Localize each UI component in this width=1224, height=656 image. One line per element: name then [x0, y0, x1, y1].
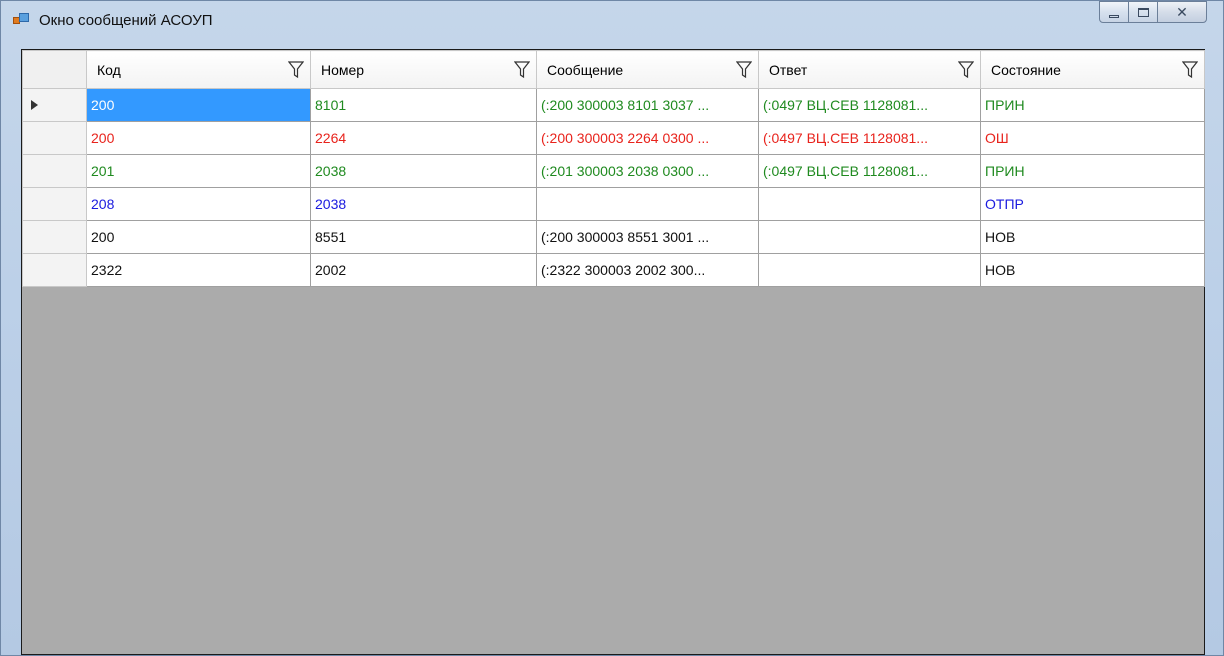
column-header-kod[interactable]: Код	[86, 50, 311, 89]
column-header-sostoyanie[interactable]: Состояние	[980, 50, 1205, 89]
messages-grid[interactable]: Код Номер Сообщение Ответ Состояние 200 8…	[21, 49, 1205, 655]
cell-otvet[interactable]	[758, 253, 981, 287]
filter-icon[interactable]	[736, 61, 752, 79]
table-row[interactable]: 200 8551 (:200 300003 8551 3001 ... НОВ	[22, 220, 1205, 254]
table-row[interactable]: 200 8101 (:200 300003 8101 3037 ... (:0497 …	[22, 88, 1205, 122]
cell-sostoyanie[interactable]: ПРИН	[980, 88, 1205, 122]
column-header-otvet[interactable]: Ответ	[758, 50, 981, 89]
row-header-cell[interactable]	[22, 154, 87, 188]
cell-nomer[interactable]: 8551	[310, 220, 537, 254]
app-icon	[13, 13, 29, 27]
cell-soobshenie[interactable]: (:201 300003 2038 0300 ...	[536, 154, 759, 188]
cell-sostoyanie[interactable]: ОШ	[980, 121, 1205, 155]
window-title: Окно сообщений АСОУП	[39, 12, 213, 29]
cell-kod[interactable]: 208	[86, 187, 311, 221]
header-row: Код Номер Сообщение Ответ Состояние	[22, 50, 1205, 89]
close-icon: ✕	[1176, 3, 1188, 20]
cell-soobshenie[interactable]: (:200 300003 8551 3001 ...	[536, 220, 759, 254]
cell-nomer[interactable]: 2038	[310, 187, 537, 221]
messages-table: Код Номер Сообщение Ответ Состояние 200 8…	[22, 50, 1205, 287]
cell-otvet[interactable]	[758, 220, 981, 254]
cell-nomer[interactable]: 2264	[310, 121, 537, 155]
close-button[interactable]: ✕	[1157, 1, 1207, 23]
cell-kod[interactable]: 201	[86, 154, 311, 188]
column-header-nomer[interactable]: Номер	[310, 50, 537, 89]
minimize-icon	[1109, 14, 1119, 18]
filter-icon[interactable]	[288, 61, 304, 79]
cell-kod[interactable]: 200	[86, 121, 311, 155]
title-bar[interactable]: Окно сообщений АСОУП ✕	[1, 1, 1223, 37]
column-header-soobshenie[interactable]: Сообщение	[536, 50, 759, 89]
cell-sostoyanie[interactable]: НОВ	[980, 220, 1205, 254]
cell-otvet[interactable]	[758, 187, 981, 221]
maximize-icon	[1137, 7, 1149, 17]
row-header-cell[interactable]	[22, 187, 87, 221]
row-header-cell[interactable]	[22, 220, 87, 254]
cell-nomer[interactable]: 2038	[310, 154, 537, 188]
table-row[interactable]: 200 2264 (:200 300003 2264 0300 ... (:0497 …	[22, 121, 1205, 155]
cell-kod[interactable]: 200	[86, 220, 311, 254]
cell-nomer[interactable]: 2002	[310, 253, 537, 287]
cell-sostoyanie[interactable]: ОТПР	[980, 187, 1205, 221]
messages-window: Окно сообщений АСОУП ✕ Код Номер Сообщен…	[0, 0, 1224, 656]
row-header-cell[interactable]	[22, 121, 87, 155]
cell-otvet[interactable]: (:0497 ВЦ.СЕВ 1128081...	[758, 121, 981, 155]
cell-otvet[interactable]: (:0497 ВЦ.СЕВ 1128081...	[758, 88, 981, 122]
table-body: 200 8101 (:200 300003 8101 3037 ... (:0497 …	[22, 88, 1205, 287]
cell-kod[interactable]: 2322	[86, 253, 311, 287]
filter-icon[interactable]	[514, 61, 530, 79]
maximize-button[interactable]	[1128, 1, 1158, 23]
cell-kod[interactable]: 200	[86, 88, 311, 122]
window-controls: ✕	[1099, 1, 1207, 25]
table-row[interactable]: 201 2038 (:201 300003 2038 0300 ... (:0497 …	[22, 154, 1205, 188]
table-row[interactable]: 208 2038 ОТПР	[22, 187, 1205, 221]
cell-soobshenie[interactable]: (:200 300003 2264 0300 ...	[536, 121, 759, 155]
current-row-arrow-icon	[31, 100, 38, 110]
table-row[interactable]: 2322 2002 (:2322 300003 2002 300... НОВ	[22, 253, 1205, 287]
row-header-cell[interactable]	[22, 253, 87, 287]
row-header-cell[interactable]	[22, 88, 87, 122]
cell-soobshenie[interactable]: (:2322 300003 2002 300...	[536, 253, 759, 287]
cell-soobshenie[interactable]	[536, 187, 759, 221]
filter-icon[interactable]	[1182, 61, 1198, 79]
cell-soobshenie[interactable]: (:200 300003 8101 3037 ...	[536, 88, 759, 122]
cell-otvet[interactable]: (:0497 ВЦ.СЕВ 1128081...	[758, 154, 981, 188]
cell-nomer[interactable]: 8101	[310, 88, 537, 122]
cell-sostoyanie[interactable]: ПРИН	[980, 154, 1205, 188]
minimize-button[interactable]	[1099, 1, 1129, 23]
corner-header-cell[interactable]	[22, 50, 87, 89]
cell-sostoyanie[interactable]: НОВ	[980, 253, 1205, 287]
filter-icon[interactable]	[958, 61, 974, 79]
